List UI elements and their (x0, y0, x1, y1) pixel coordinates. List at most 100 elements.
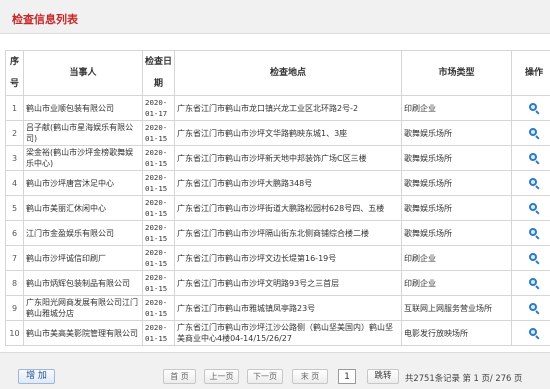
cell-no: 9 (5, 295, 24, 321)
search-icon[interactable] (529, 278, 540, 290)
column-header-party: 当事人 (23, 50, 143, 96)
cell-market-type: 印刷企业 (401, 270, 512, 296)
cell-market-type: 印刷企业 (401, 95, 512, 121)
table-row: 3 梁金裕(鹤山市沙坪金榜歌舞娱乐中心) 2020-01-15 广东省江门市鹤山市沙坪… (5, 145, 550, 171)
cell-date: 2020-01-15 (142, 295, 175, 321)
cell-date: 2020-01-15 (142, 220, 175, 246)
add-button[interactable]: 增 加 (18, 369, 55, 384)
cell-no: 6 (5, 220, 24, 246)
search-icon[interactable] (529, 328, 540, 340)
cell-no: 10 (5, 320, 24, 346)
table-row: 6 江门市金盈娱乐有限公司 2020-01-15 广东省江门市鹤山市沙坪隔山街东北侧商… (5, 220, 550, 246)
jump-button[interactable]: 跳转 (367, 369, 399, 384)
cell-party: 江门市金盈娱乐有限公司 (23, 220, 143, 246)
column-header-location: 检查地点 (174, 50, 402, 96)
cell-market-type: 互联网上网服务营业场所 (401, 295, 512, 321)
table-body: 1 鹤山市业顺包装有限公司 2020-01-17 广东省江门市鹤山市龙口镇兴龙工业区北… (5, 95, 550, 346)
cell-location: 广东省江门市鹤山市沙坪大鹏路348号 (174, 170, 402, 196)
pagination-summary: 共2751条记录 第 1 页/ 276 页 (405, 373, 523, 383)
cell-party: 梁金裕(鹤山市沙坪金榜歌舞娱乐中心) (23, 145, 143, 171)
header-bar: 检查信息列表 (0, 0, 550, 34)
cell-no: 5 (5, 195, 24, 221)
table-header-row: 序号 当事人 检查日期 检查地点 市场类型 操作 (5, 50, 550, 96)
next-page-button[interactable]: 下一页 (247, 369, 283, 384)
cell-location: 广东省江门市鹤山市龙口镇兴龙工业区北环路2号-2 (174, 95, 402, 121)
first-page-button[interactable]: 首 页 (163, 369, 196, 384)
cell-location: 广东省江门市鹤山市沙坪新天地中邦装饰广场C区三楼 (174, 145, 402, 171)
cell-operation (511, 170, 550, 196)
cell-market-type: 歌舞娱乐场所 (401, 220, 512, 246)
search-icon[interactable] (529, 303, 540, 315)
cell-party: 广东阳光网商发展有限公司江门鹤山雅城分店 (23, 295, 143, 321)
table-row: 10 鹤山市美高美影院管理有限公司 2020-01-15 广东省江门市鹤山市沙坪江沙公… (5, 320, 550, 346)
search-icon[interactable] (529, 128, 540, 140)
cell-operation (511, 145, 550, 171)
column-header-no: 序号 (5, 50, 24, 96)
cell-date: 2020-01-15 (142, 245, 175, 271)
cell-date: 2020-01-15 (142, 120, 175, 146)
table-row: 7 鹤山市沙坪诚信印刷厂 2020-01-15 广东省江门市鹤山市沙坪文边长堤第16-… (5, 245, 550, 271)
column-header-market-type: 市场类型 (401, 50, 512, 96)
cell-party: 鹤山市炳辉包装制品有限公司 (23, 270, 143, 296)
cell-party: 鹤山市业顺包装有限公司 (23, 95, 143, 121)
search-icon[interactable] (529, 153, 540, 165)
cell-party: 鹤山市沙坪唐宫沐足中心 (23, 170, 143, 196)
cell-operation (511, 320, 550, 346)
cell-operation (511, 195, 550, 221)
cell-operation (511, 270, 550, 296)
cell-no: 7 (5, 245, 24, 271)
cell-date: 2020-01-15 (142, 195, 175, 221)
cell-location: 广东省江门市鹤山市沙坪隔山街东北侧商铺综合楼二楼 (174, 220, 402, 246)
cell-location: 广东省江门市鹤山市沙坪文华路鹤映东城1、3座 (174, 120, 402, 146)
search-icon[interactable] (529, 228, 540, 240)
table-row: 8 鹤山市炳辉包装制品有限公司 2020-01-15 广东省江门市鹤山市沙坪文明路93… (5, 270, 550, 296)
cell-operation (511, 295, 550, 321)
cell-date: 2020-01-17 (142, 95, 175, 121)
cell-market-type: 电影发行放映场所 (401, 320, 512, 346)
table-row: 5 鹤山市美丽汇休闲中心 2020-01-15 广东省江门市鹤山市沙坪街道大鹏路松园村… (5, 195, 550, 221)
search-icon[interactable] (529, 203, 540, 215)
cell-market-type: 印刷企业 (401, 245, 512, 271)
cell-party: 鹤山市沙坪诚信印刷厂 (23, 245, 143, 271)
inspection-table: 序号 当事人 检查日期 检查地点 市场类型 操作 1 鹤山市业顺包装有限公司 202… (5, 50, 550, 346)
cell-party: 鹤山市美丽汇休闲中心 (23, 195, 143, 221)
page-title: 检查信息列表 (12, 13, 78, 26)
cell-date: 2020-01-15 (142, 320, 175, 346)
cell-party: 鹤山市美高美影院管理有限公司 (23, 320, 143, 346)
cell-market-type: 歌舞娱乐场所 (401, 195, 512, 221)
last-page-button[interactable]: 末 页 (292, 369, 328, 384)
cell-date: 2020-01-15 (142, 270, 175, 296)
cell-market-type: 歌舞娱乐场所 (401, 170, 512, 196)
cell-date: 2020-01-15 (142, 145, 175, 171)
cell-no: 4 (5, 170, 24, 196)
table-row: 9 广东阳光网商发展有限公司江门鹤山雅城分店 2020-01-15 广东省江门市鹤山市… (5, 295, 550, 321)
search-icon[interactable] (529, 178, 540, 190)
cell-no: 2 (5, 120, 24, 146)
table-row: 1 鹤山市业顺包装有限公司 2020-01-17 广东省江门市鹤山市龙口镇兴龙工业区北… (5, 95, 550, 121)
cell-operation (511, 220, 550, 246)
cell-operation (511, 95, 550, 121)
cell-location: 广东省江门市鹤山市沙坪文边长堤第16-19号 (174, 245, 402, 271)
cell-location: 广东省江门市鹤山市沙坪文明路93号之三首层 (174, 270, 402, 296)
column-header-operation: 操作 (511, 50, 550, 96)
cell-location: 广东省江门市鹤山市雅城镇凤亭路23号 (174, 295, 402, 321)
cell-market-type: 歌舞娱乐场所 (401, 145, 512, 171)
column-header-date: 检查日期 (142, 50, 175, 96)
page-number-input[interactable] (338, 369, 356, 384)
cell-operation (511, 120, 550, 146)
search-icon[interactable] (529, 103, 540, 115)
cell-market-type: 歌舞娱乐场所 (401, 120, 512, 146)
table-row: 4 鹤山市沙坪唐宫沐足中心 2020-01-15 广东省江门市鹤山市沙坪大鹏路348号… (5, 170, 550, 196)
table-row: 2 吕子献(鹤山市星海娱乐有限公司) 2020-01-15 广东省江门市鹤山市沙坪文华… (5, 120, 550, 146)
cell-no: 3 (5, 145, 24, 171)
inspection-table-container: 序号 当事人 检查日期 检查地点 市场类型 操作 1 鹤山市业顺包装有限公司 202… (5, 50, 550, 350)
cell-operation (511, 245, 550, 271)
footer-bar: 增 加 首 页 上一页 下一页 末 页 跳转 共2751条记录 第 1 页/ 2… (0, 352, 550, 389)
cell-location: 广东省江门市鹤山市沙坪街道大鹏路松园村628号四、五楼 (174, 195, 402, 221)
cell-party: 吕子献(鹤山市星海娱乐有限公司) (23, 120, 143, 146)
search-icon[interactable] (529, 253, 540, 265)
prev-page-button[interactable]: 上一页 (204, 369, 239, 384)
cell-location: 广东省江门市鹤山市沙坪江沙公路侧（鹤山坚美国内）鹤山坚美商业中心4楼04-14/… (174, 320, 402, 346)
cell-no: 8 (5, 270, 24, 296)
cell-no: 1 (5, 95, 24, 121)
